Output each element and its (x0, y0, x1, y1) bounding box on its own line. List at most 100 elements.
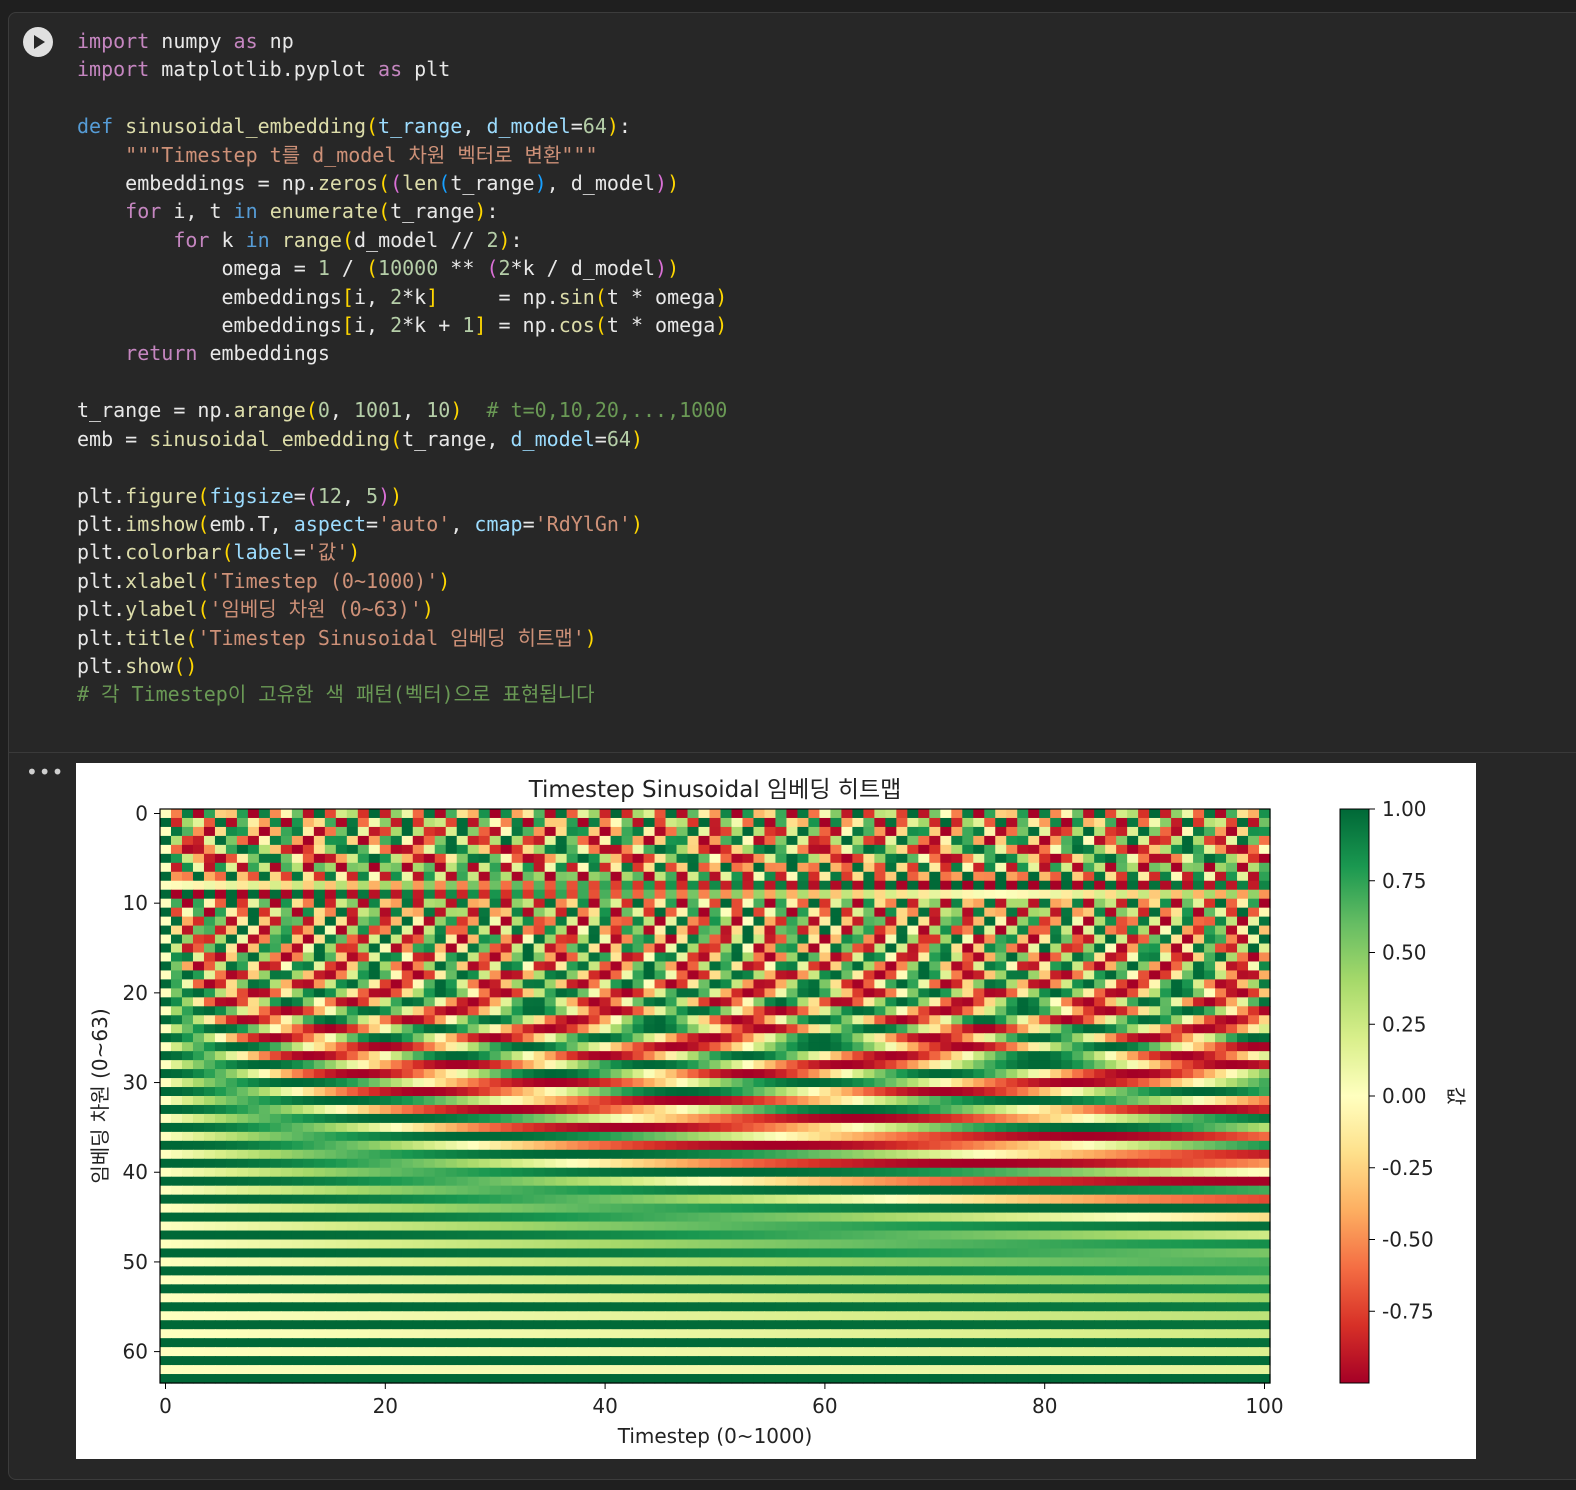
heatmap-cell (874, 1096, 886, 1106)
run-cell-button[interactable] (23, 27, 53, 57)
heatmap-cell (885, 889, 897, 900)
heatmap-cell (599, 961, 612, 972)
heatmap-cell (896, 1042, 908, 1052)
heatmap-cell (775, 1113, 788, 1124)
heatmap-cell (588, 1176, 601, 1187)
heatmap-cell (984, 1015, 996, 1025)
heatmap-cell (665, 1042, 678, 1052)
heatmap-cell (1094, 1096, 1106, 1106)
heatmap-cell (1006, 1015, 1018, 1025)
heatmap-cell (214, 1087, 227, 1097)
heatmap-cell (368, 1239, 381, 1250)
heatmap-cell (621, 880, 634, 891)
heatmap-cell (346, 1194, 359, 1205)
heatmap-cell (698, 889, 711, 900)
heatmap-cell (764, 1212, 777, 1223)
heatmap-cell (852, 1140, 864, 1151)
heatmap-cell (247, 1042, 260, 1052)
heatmap-cell (1050, 970, 1062, 981)
heatmap-cell (588, 1149, 601, 1160)
heatmap-cell (863, 809, 875, 819)
heatmap-cell (357, 809, 370, 819)
heatmap-cell (1193, 1087, 1205, 1097)
heatmap-cell (181, 1015, 194, 1025)
heatmap-cell (973, 970, 985, 981)
heatmap-cell (852, 826, 864, 837)
heatmap-cell (357, 997, 370, 1007)
heatmap-cell (511, 1015, 524, 1025)
heatmap-cell (1226, 1122, 1238, 1133)
heatmap-cell (1138, 1194, 1150, 1205)
heatmap-cell (1226, 1096, 1238, 1106)
heatmap-cell (181, 916, 194, 927)
heatmap-cell (1017, 1033, 1029, 1043)
heatmap-cell (797, 961, 810, 972)
heatmap-cell (698, 1239, 711, 1250)
heatmap-cell (500, 1060, 513, 1070)
heatmap-cell (511, 1185, 524, 1196)
heatmap-cell (676, 907, 689, 918)
heatmap-cell (1039, 1087, 1051, 1097)
heatmap-cell (951, 988, 963, 998)
heatmap-cell (160, 871, 172, 882)
heatmap-cell (236, 1033, 249, 1043)
heatmap-cell (335, 916, 348, 927)
heatmap-cell (841, 1239, 853, 1250)
heatmap-cell (533, 1104, 546, 1115)
heatmap-cell (984, 809, 996, 819)
heatmap-cell (852, 1078, 864, 1088)
heatmap-cell (401, 1131, 414, 1142)
heatmap-cell (643, 1122, 656, 1133)
heatmap-cell (1017, 1015, 1029, 1025)
heatmap-cell (555, 916, 568, 927)
heatmap-cell (280, 925, 293, 936)
heatmap-cell (918, 1113, 930, 1124)
heatmap-cell (544, 871, 557, 882)
heatmap-cell (280, 889, 293, 900)
code-editor[interactable]: import numpy as np import matplotlib.pyp… (77, 27, 727, 709)
heatmap-cell (368, 889, 381, 900)
heatmap-cell (753, 943, 766, 954)
heatmap-cell (467, 835, 480, 846)
heatmap-cell (1215, 1051, 1227, 1061)
heatmap-cell (962, 1140, 974, 1151)
heatmap-cell (1215, 1042, 1227, 1052)
heatmap-cell (1204, 1167, 1216, 1178)
heatmap-cell (1204, 997, 1216, 1007)
heatmap-cell (203, 943, 216, 954)
heatmap-cell (1116, 961, 1128, 972)
heatmap-cell (885, 925, 897, 936)
heatmap-cell (291, 1006, 304, 1016)
heatmap-cell (918, 898, 930, 909)
heatmap-cell (1171, 1212, 1183, 1223)
heatmap-cell (555, 1006, 568, 1016)
heatmap-cell (632, 1033, 645, 1043)
output-menu-icon[interactable]: ••• (26, 762, 63, 784)
heatmap-cell (160, 1033, 172, 1043)
heatmap-cell (478, 979, 491, 989)
heatmap-cell (434, 1096, 447, 1106)
heatmap-cell (973, 1167, 985, 1178)
heatmap-cell (918, 844, 930, 855)
heatmap-cell (665, 970, 678, 981)
heatmap-cell (379, 934, 392, 945)
heatmap-cell (500, 898, 513, 909)
heatmap-cell (632, 1078, 645, 1088)
heatmap-cell (1237, 1033, 1249, 1043)
heatmap-cell (599, 1104, 612, 1115)
heatmap-cell (588, 1239, 601, 1250)
heatmap-cell (291, 1087, 304, 1097)
heatmap-cell (588, 1051, 601, 1061)
heatmap-cell (709, 1176, 722, 1187)
heatmap-cell (940, 826, 952, 837)
heatmap-cell (786, 853, 799, 864)
heatmap-cell (632, 1096, 645, 1106)
heatmap-cell (1182, 979, 1194, 989)
heatmap-cell (357, 889, 370, 900)
heatmap-cell (247, 1015, 260, 1025)
heatmap-cell (665, 943, 678, 954)
heatmap-cell (346, 898, 359, 909)
heatmap-cell (1006, 880, 1018, 891)
heatmap-cell (203, 809, 216, 819)
heatmap-cell (1094, 1069, 1106, 1079)
